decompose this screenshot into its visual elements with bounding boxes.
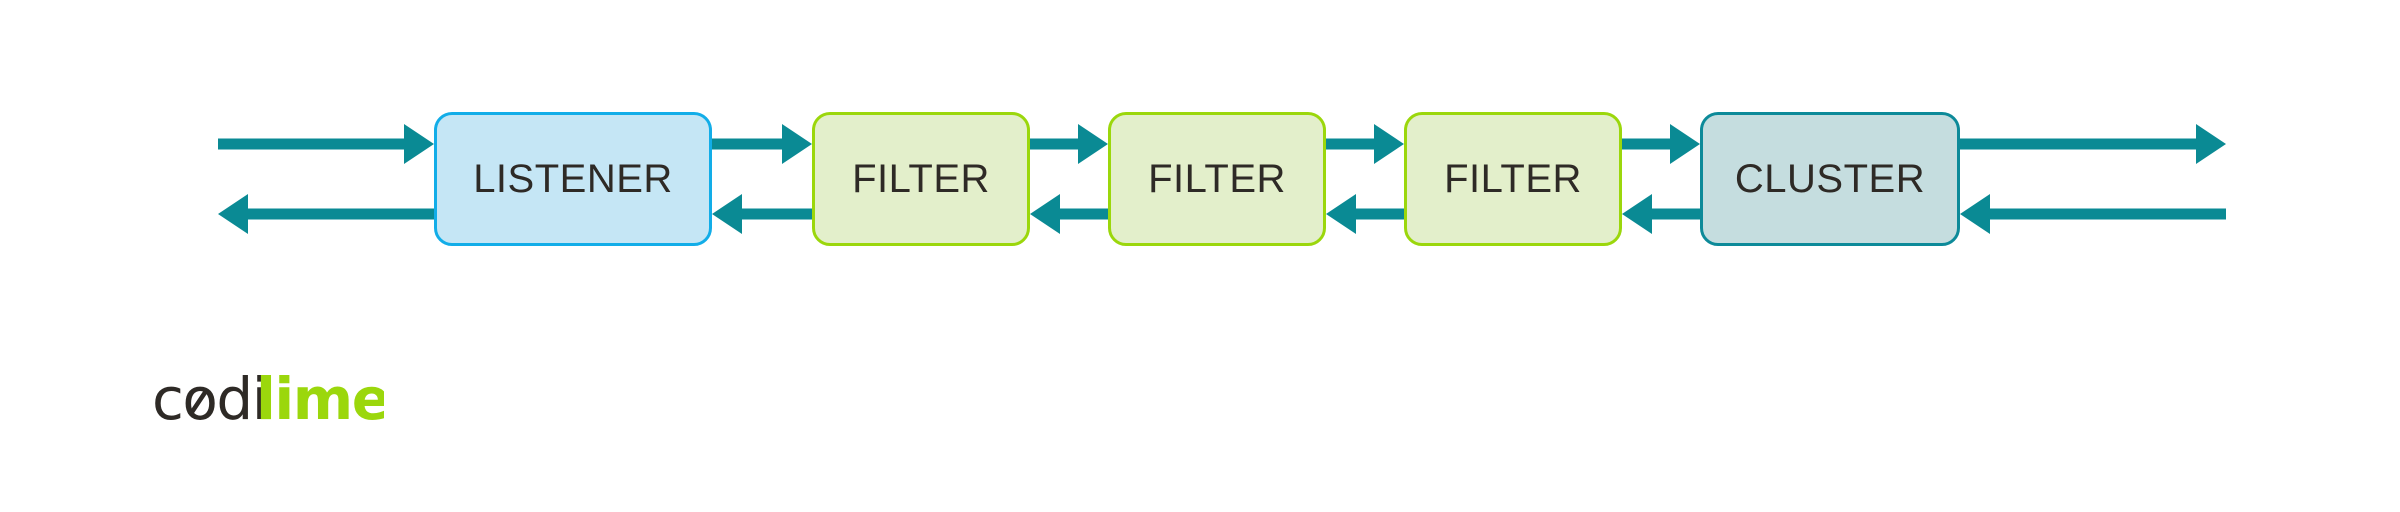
node-listener[interactable]: LISTENER — [434, 112, 712, 246]
node-cluster-label: CLUSTER — [1734, 157, 1926, 201]
node-filter-2[interactable]: FILTER — [1108, 112, 1326, 246]
arrow-ingress-out — [218, 192, 434, 236]
node-cluster[interactable]: CLUSTER — [1700, 112, 1960, 246]
node-filter-3-label: FILTER — [1444, 157, 1582, 201]
arrow-cluster-to-filter3 — [1622, 192, 1700, 236]
diagram-canvas: LISTENER FILTER FILTER FILTER CLUSTER co… — [0, 0, 2400, 512]
codilime-logo: codi lime — [152, 368, 384, 438]
arrow-ingress-in — [218, 122, 434, 166]
node-filter-3[interactable]: FILTER — [1404, 112, 1622, 246]
arrow-egress-in — [1960, 192, 2226, 236]
arrow-filter1-to-filter2 — [1030, 122, 1108, 166]
arrow-filter2-to-filter1 — [1030, 192, 1108, 236]
arrow-filter3-to-cluster — [1622, 122, 1700, 166]
arrow-listener-to-filter1 — [712, 122, 812, 166]
codilime-logo-svg: codi lime — [152, 368, 384, 433]
node-filter-2-label: FILTER — [1148, 157, 1286, 201]
arrow-filter1-to-listener — [712, 192, 812, 236]
pipeline-flow: LISTENER FILTER FILTER FILTER CLUSTER — [0, 112, 2400, 248]
logo-text-codi: codi — [152, 368, 266, 433]
node-filter-1-label: FILTER — [852, 157, 990, 201]
arrow-filter3-to-filter2 — [1326, 192, 1404, 236]
logo-text-lime: lime — [256, 368, 384, 433]
arrow-egress-out — [1960, 122, 2226, 166]
node-filter-1[interactable]: FILTER — [812, 112, 1030, 246]
node-listener-label: LISTENER — [473, 157, 673, 201]
arrow-filter2-to-filter3 — [1326, 122, 1404, 166]
